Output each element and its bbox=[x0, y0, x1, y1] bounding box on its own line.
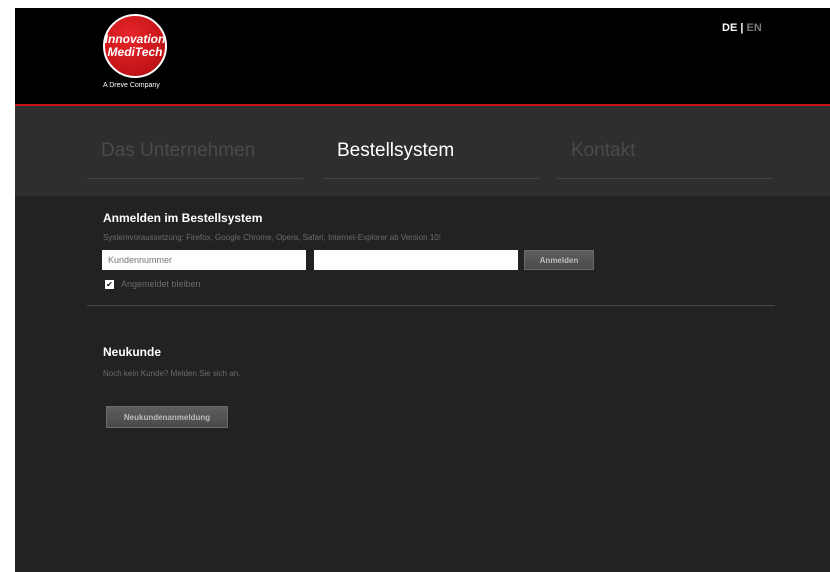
new-customer-registration-button[interactable]: Neukundenanmeldung bbox=[106, 406, 228, 428]
nav-item-kontakt[interactable]: Kontakt bbox=[557, 136, 773, 179]
system-requirements-text: Systemvoraussetzung: Firefox, Google Chr… bbox=[103, 233, 441, 242]
section-divider bbox=[87, 305, 775, 306]
login-section-title: Anmelden im Bestellsystem bbox=[103, 211, 263, 225]
nav-item-das-unternehmen[interactable]: Das Unternehmen bbox=[87, 136, 303, 179]
lang-de-link[interactable]: DE bbox=[722, 22, 737, 34]
nav-item-bestellsystem[interactable]: Bestellsystem bbox=[323, 136, 539, 179]
company-logo[interactable]: Innovation MediTech bbox=[103, 14, 167, 78]
logo-text-line2: MediTech bbox=[107, 45, 163, 59]
new-customer-title: Neukunde bbox=[103, 345, 162, 359]
lang-en-link[interactable]: EN bbox=[746, 22, 761, 34]
company-tagline: A Dreve Company bbox=[103, 82, 160, 89]
language-switcher: DE | EN bbox=[722, 22, 762, 34]
login-button[interactable]: Anmelden bbox=[524, 250, 594, 270]
new-customer-text: Noch kein Kunde? Melden Sie sich an. bbox=[103, 369, 241, 378]
remember-me-checkbox[interactable]: ✔ bbox=[105, 279, 114, 289]
remember-me-label: Angemeldet bleiben bbox=[121, 279, 201, 289]
password-input[interactable] bbox=[314, 250, 518, 270]
main-nav: Das Unternehmen Bestellsystem Kontakt bbox=[15, 106, 830, 196]
remember-me-checkbox-row[interactable]: ✔ Angemeldet bleiben bbox=[105, 279, 201, 289]
nav-item-label: Das Unternehmen bbox=[101, 140, 256, 161]
nav-item-label: Kontakt bbox=[571, 140, 636, 161]
lang-separator: | bbox=[740, 22, 744, 34]
header: Innovation MediTech A Dreve Company DE |… bbox=[15, 8, 830, 104]
page-frame: Innovation MediTech A Dreve Company DE |… bbox=[15, 8, 830, 572]
nav-item-label: Bestellsystem bbox=[337, 140, 455, 161]
customer-number-input[interactable] bbox=[102, 250, 306, 270]
